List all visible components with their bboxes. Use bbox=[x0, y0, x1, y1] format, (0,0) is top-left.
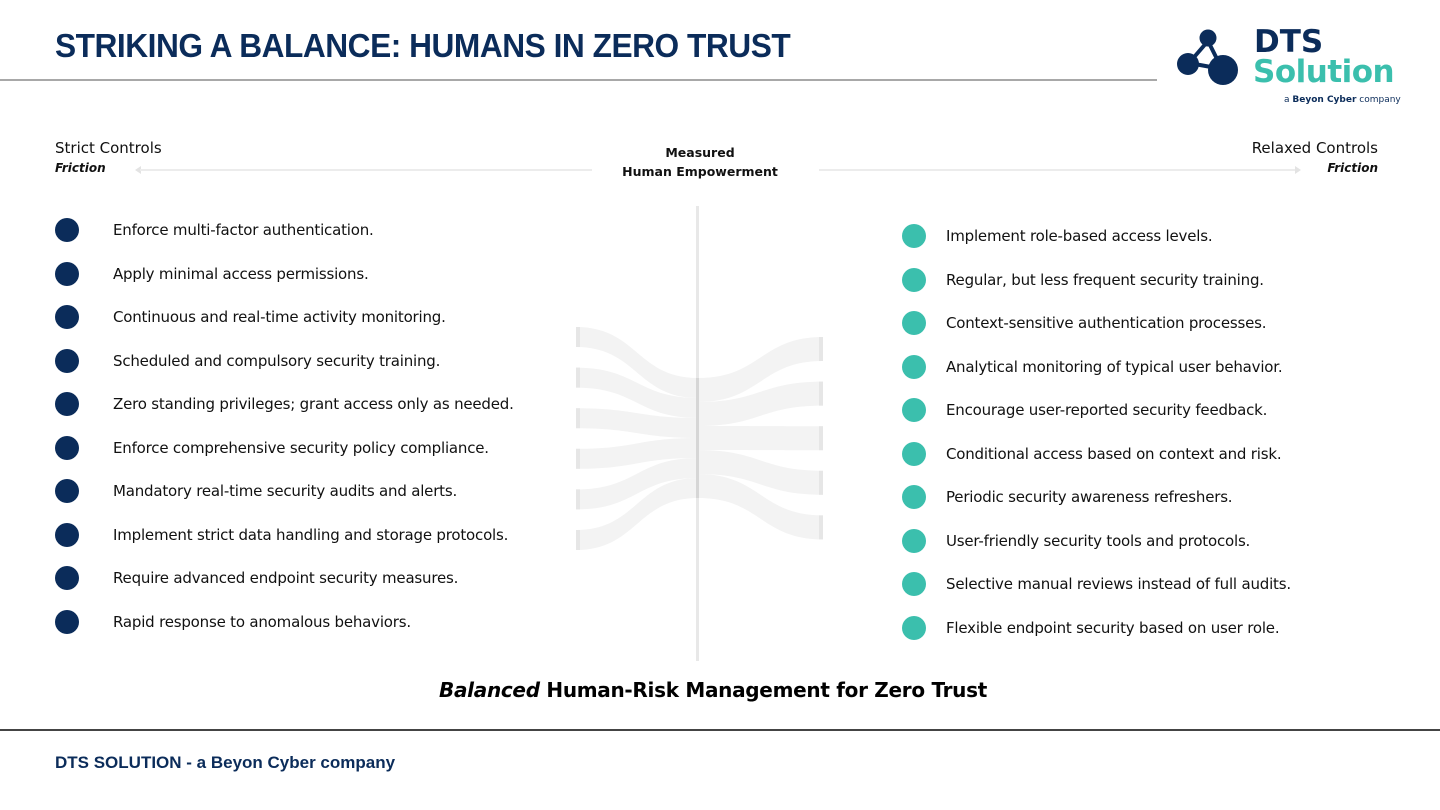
teal-bullet-icon bbox=[902, 224, 926, 248]
teal-bullet-icon bbox=[902, 528, 926, 553]
item-text: Scheduled and compulsory security traini… bbox=[113, 351, 441, 370]
teal-bullet-icon bbox=[902, 398, 926, 422]
item-text: Require advanced endpoint security measu… bbox=[113, 569, 459, 587]
item-text: Continuous and real-time activity monito… bbox=[113, 308, 446, 326]
tagline-rest: Human-Risk Management for Zero Trust bbox=[539, 678, 987, 702]
item-text: Flexible endpoint security based on user… bbox=[946, 618, 1280, 637]
item-text: Implement strict data handling and stora… bbox=[113, 525, 509, 544]
item-text: Enforce comprehensive security policy co… bbox=[113, 438, 489, 457]
item-text: Context-sensitive authentication process… bbox=[946, 314, 1267, 332]
navy-bullet-icon bbox=[55, 609, 79, 634]
item-text: Conditional access based on context and … bbox=[946, 444, 1282, 463]
item-text: Mandatory real-time security audits and … bbox=[113, 482, 458, 500]
teal-bullet-icon bbox=[902, 615, 926, 640]
flow-node-left bbox=[576, 530, 580, 550]
measured-empowerment-label: Measured Human Empowerment bbox=[600, 143, 800, 181]
strict-friction-label: Friction bbox=[55, 161, 106, 175]
teal-bullet-icon bbox=[902, 311, 926, 335]
scale-line-left bbox=[140, 169, 592, 171]
item-text: Periodic security awareness refreshers. bbox=[946, 488, 1233, 506]
flow-node-left bbox=[576, 367, 580, 388]
logo-tagline-brand: Beyon Cyber bbox=[1292, 95, 1357, 105]
arrow-right-icon bbox=[1295, 166, 1301, 174]
relaxed-controls-heading: Relaxed Controls bbox=[1251, 139, 1378, 157]
flow-stream-right bbox=[698, 426, 823, 451]
logo-tagline: a Beyon Cyber company bbox=[1284, 95, 1401, 105]
scale-line-right bbox=[819, 169, 1295, 171]
item-text: Apply minimal access permissions. bbox=[113, 264, 369, 283]
item-text: Zero standing privileges; grant access o… bbox=[113, 395, 514, 413]
flow-node-left bbox=[576, 327, 580, 347]
navy-bullet-icon bbox=[55, 261, 79, 286]
flow-node-left bbox=[576, 448, 580, 469]
teal-bullet-icon bbox=[902, 572, 926, 596]
item-text: Regular, but less frequent security trai… bbox=[946, 270, 1264, 289]
tagline-emphasis: Balanced bbox=[439, 678, 540, 702]
teal-bullet-icon bbox=[902, 441, 926, 466]
navy-bullet-icon bbox=[55, 566, 79, 590]
flow-node-right bbox=[819, 515, 823, 540]
relaxed-friction-label: Friction bbox=[1327, 161, 1378, 175]
item-text: Selective manual reviews instead of full… bbox=[946, 575, 1291, 593]
item-text: Analytical monitoring of typical user be… bbox=[946, 357, 1283, 376]
navy-bullet-icon bbox=[55, 348, 79, 373]
navy-bullet-icon bbox=[55, 435, 79, 460]
company-logo: DTS Solution a Beyon Cyber company bbox=[1172, 25, 1412, 110]
center-label-line1: Measured bbox=[665, 145, 735, 160]
flow-node-right bbox=[819, 470, 823, 495]
balance-flow-diagram bbox=[576, 206, 823, 661]
summary-tagline: Balanced Human-Risk Management for Zero … bbox=[0, 678, 1426, 702]
strict-controls-heading: Strict Controls bbox=[55, 139, 162, 157]
navy-bullet-icon bbox=[55, 479, 79, 503]
flow-node-left bbox=[576, 408, 580, 429]
teal-bullet-icon bbox=[902, 267, 926, 292]
flow-node-right bbox=[819, 337, 823, 361]
navy-bullet-icon bbox=[55, 305, 79, 329]
item-text: Enforce multi-factor authentication. bbox=[113, 221, 374, 239]
flow-node-left bbox=[576, 489, 580, 510]
center-hub-node bbox=[696, 378, 699, 498]
footer-company: DTS SOLUTION - a Beyon Cyber company bbox=[55, 753, 396, 772]
navy-bullet-icon bbox=[55, 522, 79, 547]
teal-bullet-icon bbox=[902, 485, 926, 509]
molecule-network-icon bbox=[1177, 29, 1238, 85]
item-text: Rapid response to anomalous behaviors. bbox=[113, 612, 411, 631]
teal-bullet-icon bbox=[902, 354, 926, 379]
item-text: Encourage user-reported security feedbac… bbox=[946, 401, 1268, 419]
flow-node-right bbox=[819, 381, 823, 406]
center-label-line2: Human Empowerment bbox=[622, 164, 778, 179]
navy-bullet-icon bbox=[55, 392, 79, 416]
logo-tagline-suffix: company bbox=[1356, 95, 1401, 105]
item-text: User-friendly security tools and protoco… bbox=[946, 531, 1251, 550]
flow-node-right bbox=[819, 426, 823, 451]
navy-bullet-icon bbox=[55, 218, 79, 242]
footer-divider bbox=[0, 729, 1440, 731]
logo-wordmark-solution: Solution bbox=[1253, 54, 1395, 90]
item-text: Implement role-based access levels. bbox=[946, 227, 1213, 245]
page-title: STRIKING A BALANCE: HUMANS IN ZERO TRUST bbox=[55, 27, 791, 64]
header-divider bbox=[0, 79, 1157, 81]
